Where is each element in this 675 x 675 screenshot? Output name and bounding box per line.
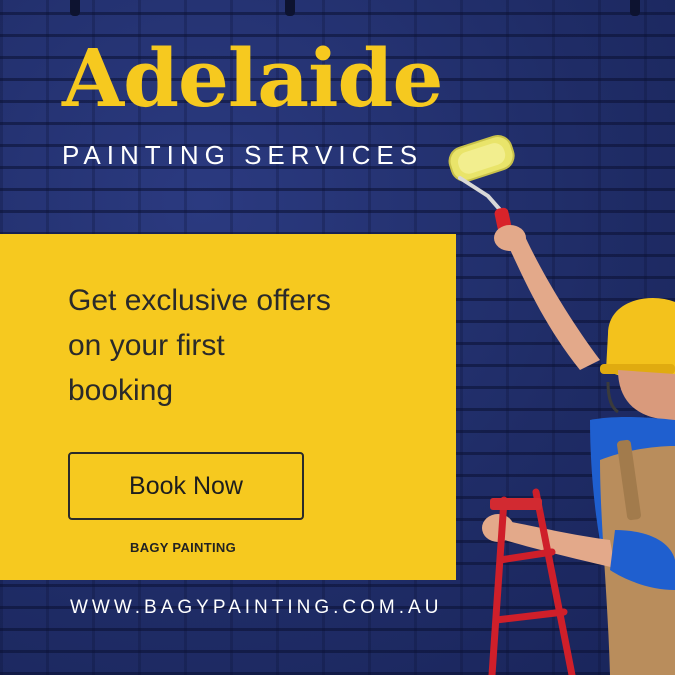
headline: Adelaide — [62, 31, 443, 125]
offer-line-2: on your first — [68, 329, 225, 362]
ad-banner: Adelaide PAINTING SERVICES Get exclusive… — [0, 0, 675, 675]
painter-with-roller-icon — [448, 135, 675, 675]
offer-panel: Get exclusive offers on your first booki… — [0, 234, 456, 580]
offer-text: Get exclusive offers on your first booki… — [68, 278, 408, 413]
book-now-button[interactable]: Book Now — [68, 452, 304, 520]
brand-logo: BAGY PAINTING — [130, 540, 236, 555]
website-url[interactable]: WWW.BAGYPAINTING.COM.AU — [70, 597, 442, 619]
offer-line-3: booking — [68, 374, 174, 407]
offer-line-1: Get exclusive offers — [68, 284, 331, 317]
subheadline: PAINTING SERVICES — [62, 140, 424, 170]
